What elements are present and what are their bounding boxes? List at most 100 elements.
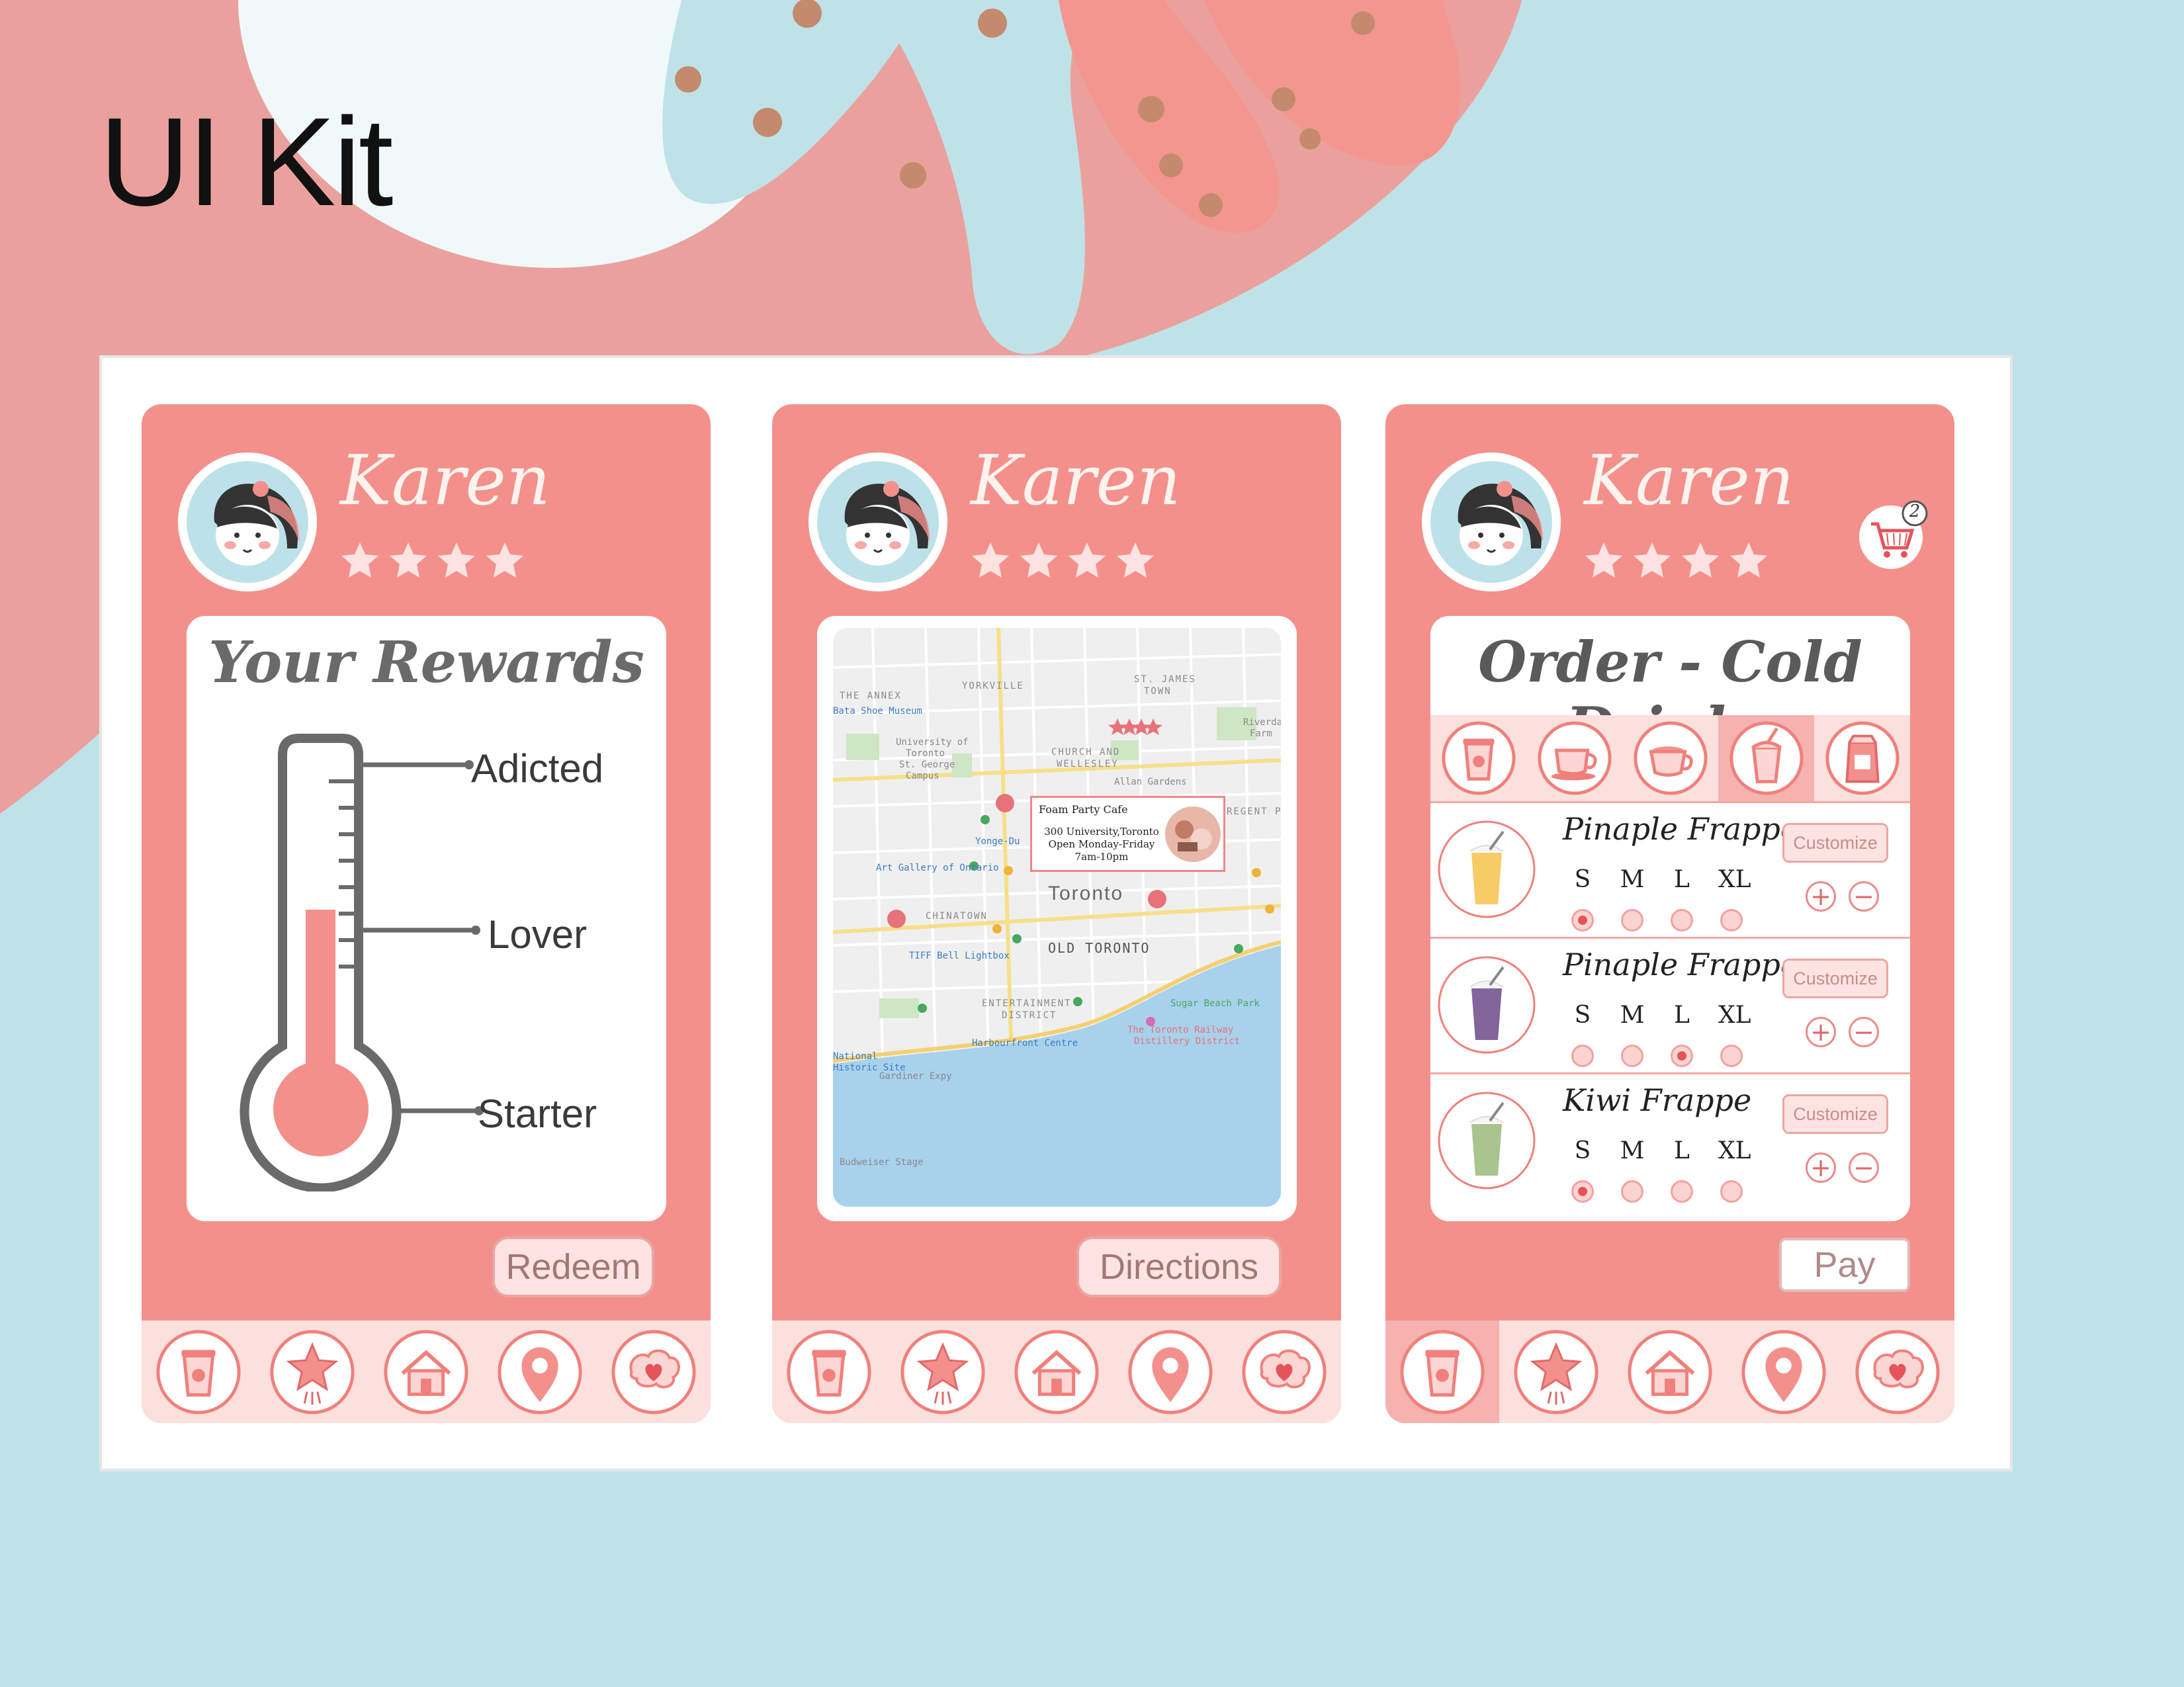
nav-item-home[interactable]: [1613, 1320, 1727, 1423]
nav-item-location[interactable]: [1114, 1320, 1227, 1423]
rating-stars: [341, 542, 523, 578]
bottom-nav: [772, 1320, 1341, 1423]
star-icon: [1634, 542, 1671, 578]
cafe-name: Foam Party Cafe: [1039, 803, 1128, 816]
espresso-icon: [1537, 721, 1612, 795]
order-screen: Karen 2 Order - Cold Drinks: [1385, 404, 1954, 1423]
rating-stars: [1585, 542, 1767, 578]
size-option-xl[interactable]: [1720, 1180, 1743, 1203]
home-icon: [1014, 1329, 1099, 1414]
star-icon: [1682, 542, 1719, 578]
nav-item-home[interactable]: [1000, 1320, 1114, 1423]
drink-name: Kiwi Frappe: [1563, 1082, 1752, 1118]
nav-item-favorites[interactable]: [597, 1320, 711, 1423]
size-option-m[interactable]: [1621, 1180, 1643, 1203]
nav-item-rewards[interactable]: [1499, 1320, 1613, 1423]
nav-item-location[interactable]: [1727, 1320, 1841, 1423]
category-coffee-beans[interactable]: [1814, 715, 1910, 801]
home-icon: [1628, 1329, 1712, 1414]
nav-item-order[interactable]: [772, 1320, 886, 1423]
level-adicted: Adicted: [471, 746, 604, 791]
level-lover: Lover: [488, 912, 588, 957]
decrease-quantity-button[interactable]: −: [1849, 1017, 1879, 1047]
size-label: S: [1574, 866, 1591, 893]
size-option-xl[interactable]: [1720, 1045, 1743, 1067]
nav-item-rewards[interactable]: [255, 1320, 369, 1423]
star-icon: [390, 542, 427, 578]
size-label: L: [1674, 1002, 1690, 1029]
size-label: XL: [1718, 1002, 1751, 1029]
category-hot-coffee[interactable]: [1430, 715, 1526, 801]
coffee-cup-icon: [156, 1329, 241, 1414]
size-label: S: [1574, 1137, 1591, 1164]
nav-item-order[interactable]: [142, 1320, 255, 1423]
location-pin-icon: [1741, 1329, 1826, 1414]
nav-item-favorites[interactable]: [1227, 1320, 1341, 1423]
rewards-star-icon: [270, 1329, 355, 1414]
size-option-m[interactable]: [1621, 909, 1643, 931]
size-option-m[interactable]: [1621, 1045, 1643, 1067]
rewards-star-icon: [1514, 1329, 1598, 1414]
order-card: Order - Cold Drinks Pinaple FrappeSMLXLC…: [1430, 616, 1910, 1221]
favorites-heart-icon: [1242, 1329, 1327, 1414]
star-icon: [1730, 542, 1767, 578]
redeem-button[interactable]: Redeem: [492, 1236, 654, 1297]
location-pin-icon: [498, 1329, 582, 1414]
customize-button[interactable]: Customize: [1782, 1094, 1888, 1134]
increase-quantity-button[interactable]: +: [1806, 1017, 1836, 1047]
size-option-xl[interactable]: [1720, 909, 1743, 931]
pay-button[interactable]: Pay: [1779, 1238, 1910, 1292]
avatar: [178, 453, 317, 591]
nav-item-order[interactable]: [1385, 1320, 1499, 1423]
cafe-popup[interactable]: Foam Party Cafe 300 University,Toronto O…: [1030, 796, 1225, 872]
map-view[interactable]: THE ANNEX YORKVILLE ST. JAMES TOWN CHURC…: [833, 628, 1281, 1207]
drink-photo: [1438, 820, 1536, 918]
nav-item-rewards[interactable]: [886, 1320, 1000, 1423]
minus-icon: −: [1853, 882, 1874, 911]
drink-name: Pinaple Frappe: [1563, 947, 1799, 982]
size-label: M: [1620, 1002, 1645, 1029]
size-option-s[interactable]: [1571, 1045, 1594, 1067]
ui-kit-board: Karen Your Rewards Adicted Lover Starter…: [99, 355, 2013, 1471]
nav-item-home[interactable]: [369, 1320, 483, 1423]
star-icon: [1585, 542, 1622, 578]
decrease-quantity-button[interactable]: −: [1849, 1152, 1879, 1183]
rewards-screen: Karen Your Rewards Adicted Lover Starter…: [142, 404, 711, 1423]
thermometer-icon: [240, 734, 484, 1191]
nav-item-location[interactable]: [483, 1320, 597, 1423]
customize-button[interactable]: Customize: [1782, 823, 1888, 863]
increase-quantity-button[interactable]: +: [1806, 1152, 1836, 1183]
cart-button[interactable]: 2: [1856, 499, 1929, 572]
directions-button[interactable]: Directions: [1076, 1236, 1282, 1297]
drink-photo: [1438, 956, 1536, 1054]
map-pin-icon: [1148, 890, 1166, 908]
bottom-nav: [142, 1320, 711, 1423]
drink-photo: [1438, 1092, 1536, 1190]
favorites-heart-icon: [1855, 1329, 1940, 1414]
user-name: Karen: [340, 440, 550, 521]
rewards-title: Your Rewards: [208, 629, 644, 696]
size-option-l[interactable]: [1671, 909, 1693, 931]
size-option-l[interactable]: [1671, 1180, 1693, 1203]
size-label: L: [1674, 1137, 1690, 1164]
customize-button[interactable]: Customize: [1782, 959, 1888, 998]
avatar: [808, 453, 947, 591]
category-tabs: [1430, 715, 1910, 801]
star-icon: [1069, 542, 1106, 578]
star-icon: [972, 542, 1009, 578]
category-cold-drinks[interactable]: [1718, 715, 1814, 801]
favorites-heart-icon: [611, 1329, 696, 1414]
size-option-s[interactable]: [1571, 1180, 1594, 1203]
user-name: Karen: [971, 440, 1181, 521]
nav-item-favorites[interactable]: [1841, 1320, 1954, 1423]
avatar: [1422, 453, 1561, 591]
category-cappuccino[interactable]: [1622, 715, 1718, 801]
drink-item: Pinaple Frappe S M L XL Customize + −: [1430, 801, 1910, 935]
size-option-s[interactable]: [1571, 909, 1594, 931]
map-pin-icon: [996, 794, 1014, 812]
size-option-l[interactable]: [1671, 1045, 1693, 1067]
increase-quantity-button[interactable]: +: [1806, 881, 1836, 912]
cappuccino-icon: [1633, 721, 1708, 795]
category-espresso[interactable]: [1526, 715, 1622, 801]
decrease-quantity-button[interactable]: −: [1849, 881, 1879, 912]
